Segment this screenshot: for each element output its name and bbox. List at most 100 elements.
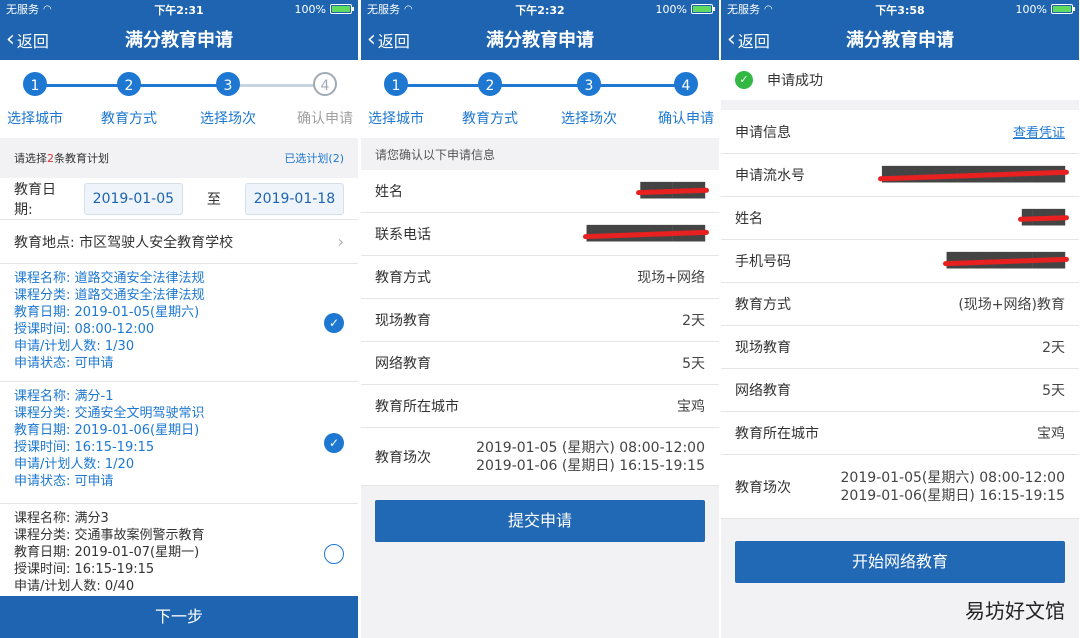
course-time: 授课时间: 08:00-12:00 <box>14 322 155 337</box>
status-bar: 无服务 ◠ 下午3:58 100% <box>721 0 1079 18</box>
course-name: 课程名称: 满分3 <box>14 511 109 526</box>
date-label: 教育日期: <box>14 181 56 218</box>
start-online-education-button[interactable]: 开始网络教育 <box>735 541 1065 583</box>
row-value: 2天 <box>682 313 705 329</box>
course-count: 申请/计划人数: 0/40 <box>14 579 135 594</box>
step-1: 1 选择城市 <box>0 72 70 128</box>
submit-button[interactable]: 提交申请 <box>375 500 705 542</box>
course-category: 课程分类: 道路交通安全法律法规 <box>14 288 205 303</box>
screen-select-session: 无服务 ◠ 下午2:31 100% ‹ 返回 满分教育申请 1 选择城市 2 教… <box>0 0 358 638</box>
place-value: 市区驾驶人安全教育学校 <box>79 234 234 251</box>
back-button[interactable]: ‹ 返回 <box>727 28 770 52</box>
session-lines: 2019-01-05(星期六) 08:00-12:00 2019-01-06(星… <box>841 469 1065 505</box>
battery-icon <box>330 4 354 14</box>
step-4: 4 确认申请 <box>651 72 719 128</box>
back-button[interactable]: ‹ 返回 <box>6 28 49 52</box>
confirm-hint: 请您确认以下申请信息 <box>375 147 496 162</box>
status-time: 下午2:31 <box>154 4 204 17</box>
step-number: 2 <box>117 72 141 96</box>
course-date: 教育日期: 2019-01-05(星期六) <box>14 305 200 320</box>
row-key: 联系电话 <box>375 227 431 243</box>
info-row-method: 教育方式 (现场+网络)教育 <box>721 283 1079 326</box>
step-number: 1 <box>23 72 47 96</box>
success-text: 申请成功 <box>767 73 823 89</box>
date-to-field[interactable]: 2019-01-18 <box>244 182 344 215</box>
row-key: 教育场次 <box>735 479 791 496</box>
selected-plans-link[interactable]: 已选计划(2) <box>284 150 344 166</box>
step-label: 选择城市 <box>7 111 63 127</box>
row-value-redacted: ███████████ <box>586 226 705 242</box>
selection-hint: 请选择2条教育计划 <box>14 150 109 166</box>
back-label: 返回 <box>377 32 410 51</box>
step-number: 4 <box>674 72 698 96</box>
course-date: 教育日期: 2019-01-07(星期一) <box>14 545 200 560</box>
hint-count: 2 <box>47 152 54 165</box>
date-from-field[interactable]: 2019-01-05 <box>83 182 183 215</box>
apply-info-header: 申请信息 查看凭证 <box>721 110 1079 154</box>
session-line: 2019-01-05 (星期六) 08:00-12:00 <box>476 439 705 456</box>
course-category: 课程分类: 交通安全文明驾驶常识 <box>14 406 205 421</box>
info-row-onsite: 现场教育 2天 <box>721 326 1079 369</box>
row-key: 手机号码 <box>735 254 791 270</box>
row-key: 现场教育 <box>735 340 791 356</box>
nav-bar: ‹ 返回 满分教育申请 <box>721 18 1079 60</box>
check-circle-icon[interactable]: ✓ <box>324 312 344 333</box>
selection-summary: 请选择2条教育计划 已选计划(2) <box>0 138 358 178</box>
step-3: 3 选择场次 <box>193 72 263 128</box>
row-key: 教育所在城市 <box>735 426 819 442</box>
back-label: 返回 <box>16 32 49 51</box>
row-value: 现场+网络 <box>637 270 705 286</box>
info-row-online: 网络教育 5天 <box>361 342 719 385</box>
course-state: 申请状态: 可申请 <box>14 356 114 371</box>
course-count: 申请/计划人数: 1/30 <box>14 339 135 354</box>
place-selector[interactable]: 教育地点: 市区驾驶人安全教育学校 › <box>0 220 358 264</box>
session-line: 2019-01-06(星期日) 16:15-19:15 <box>840 487 1065 504</box>
step-label: 选择场次 <box>200 111 256 127</box>
session-lines: 2019-01-05 (星期六) 08:00-12:00 2019-01-06 … <box>476 439 705 475</box>
row-value: 5天 <box>1042 383 1065 399</box>
back-button[interactable]: ‹ 返回 <box>367 28 410 52</box>
row-key: 网络教育 <box>735 383 791 399</box>
row-key: 教育方式 <box>375 270 431 286</box>
course-time: 授课时间: 16:15-19:15 <box>14 440 155 455</box>
nav-bar: ‹ 返回 满分教育申请 <box>0 18 358 60</box>
page-title: 满分教育申请 <box>846 30 954 51</box>
row-key: 网络教育 <box>375 356 431 372</box>
course-item[interactable]: 课程名称: 满分-1 课程分类: 交通安全文明驾驶常识 教育日期: 2019-0… <box>0 382 358 504</box>
info-row-phone: 联系电话 ███████████ <box>361 213 719 256</box>
course-item[interactable]: 课程名称: 道路交通安全法律法规 课程分类: 道路交通安全法律法规 教育日期: … <box>0 264 358 382</box>
info-row-onsite: 现场教育 2天 <box>361 299 719 342</box>
screen-success: 无服务 ◠ 下午3:58 100% ‹ 返回 满分教育申请 ✓ 申请成功 申请信… <box>721 0 1079 638</box>
back-chevron-icon: ‹ <box>727 27 736 52</box>
info-row-session: 教育场次 2019-01-05(星期六) 08:00-12:00 2019-01… <box>721 455 1079 519</box>
session-line: 2019-01-05(星期六) 08:00-12:00 <box>840 469 1065 486</box>
screen-confirm: 无服务 ◠ 下午2:32 100% ‹ 返回 满分教育申请 1 选择城市 2 教… <box>361 0 719 638</box>
place-text: 教育地点: 市区驾驶人安全教育学校 <box>14 232 233 252</box>
status-time: 下午3:58 <box>875 4 925 17</box>
row-key: 姓名 <box>375 184 403 200</box>
view-voucher-link[interactable]: 查看凭证 <box>1013 122 1065 141</box>
date-filter: 教育日期: 2019-01-05 至 2019-01-18 <box>0 178 358 220</box>
progress-stepper: 1 选择城市 2 教育方式 3 选择场次 4 确认申请 <box>361 60 719 138</box>
check-circle-icon[interactable]: ✓ <box>324 432 344 453</box>
hint-suffix: 条教育计划 <box>54 152 109 165</box>
row-key: 教育所在城市 <box>375 399 459 415</box>
step-4: 4 确认申请 <box>290 72 358 128</box>
back-chevron-icon: ‹ <box>367 27 376 52</box>
date-to-label: 至 <box>206 191 221 208</box>
info-row-name: 姓名 ██████ <box>361 170 719 213</box>
watermark-text: 易坊好文馆 <box>965 599 1065 623</box>
battery-icon <box>691 4 715 14</box>
step-label: 选择场次 <box>561 111 617 127</box>
row-value: 2天 <box>1042 340 1065 356</box>
info-row-online: 网络教育 5天 <box>721 369 1079 412</box>
row-value: 宝鸡 <box>677 399 705 415</box>
row-value: (现场+网络)教育 <box>958 297 1065 313</box>
step-label: 教育方式 <box>462 111 518 127</box>
row-key: 教育方式 <box>735 297 791 313</box>
next-step-button[interactable]: 下一步 <box>0 596 358 638</box>
radio-circle-icon[interactable] <box>324 544 344 564</box>
info-row-city: 教育所在城市 宝鸡 <box>721 412 1079 455</box>
step-1: 1 选择城市 <box>361 72 431 128</box>
step-3: 3 选择场次 <box>554 72 624 128</box>
